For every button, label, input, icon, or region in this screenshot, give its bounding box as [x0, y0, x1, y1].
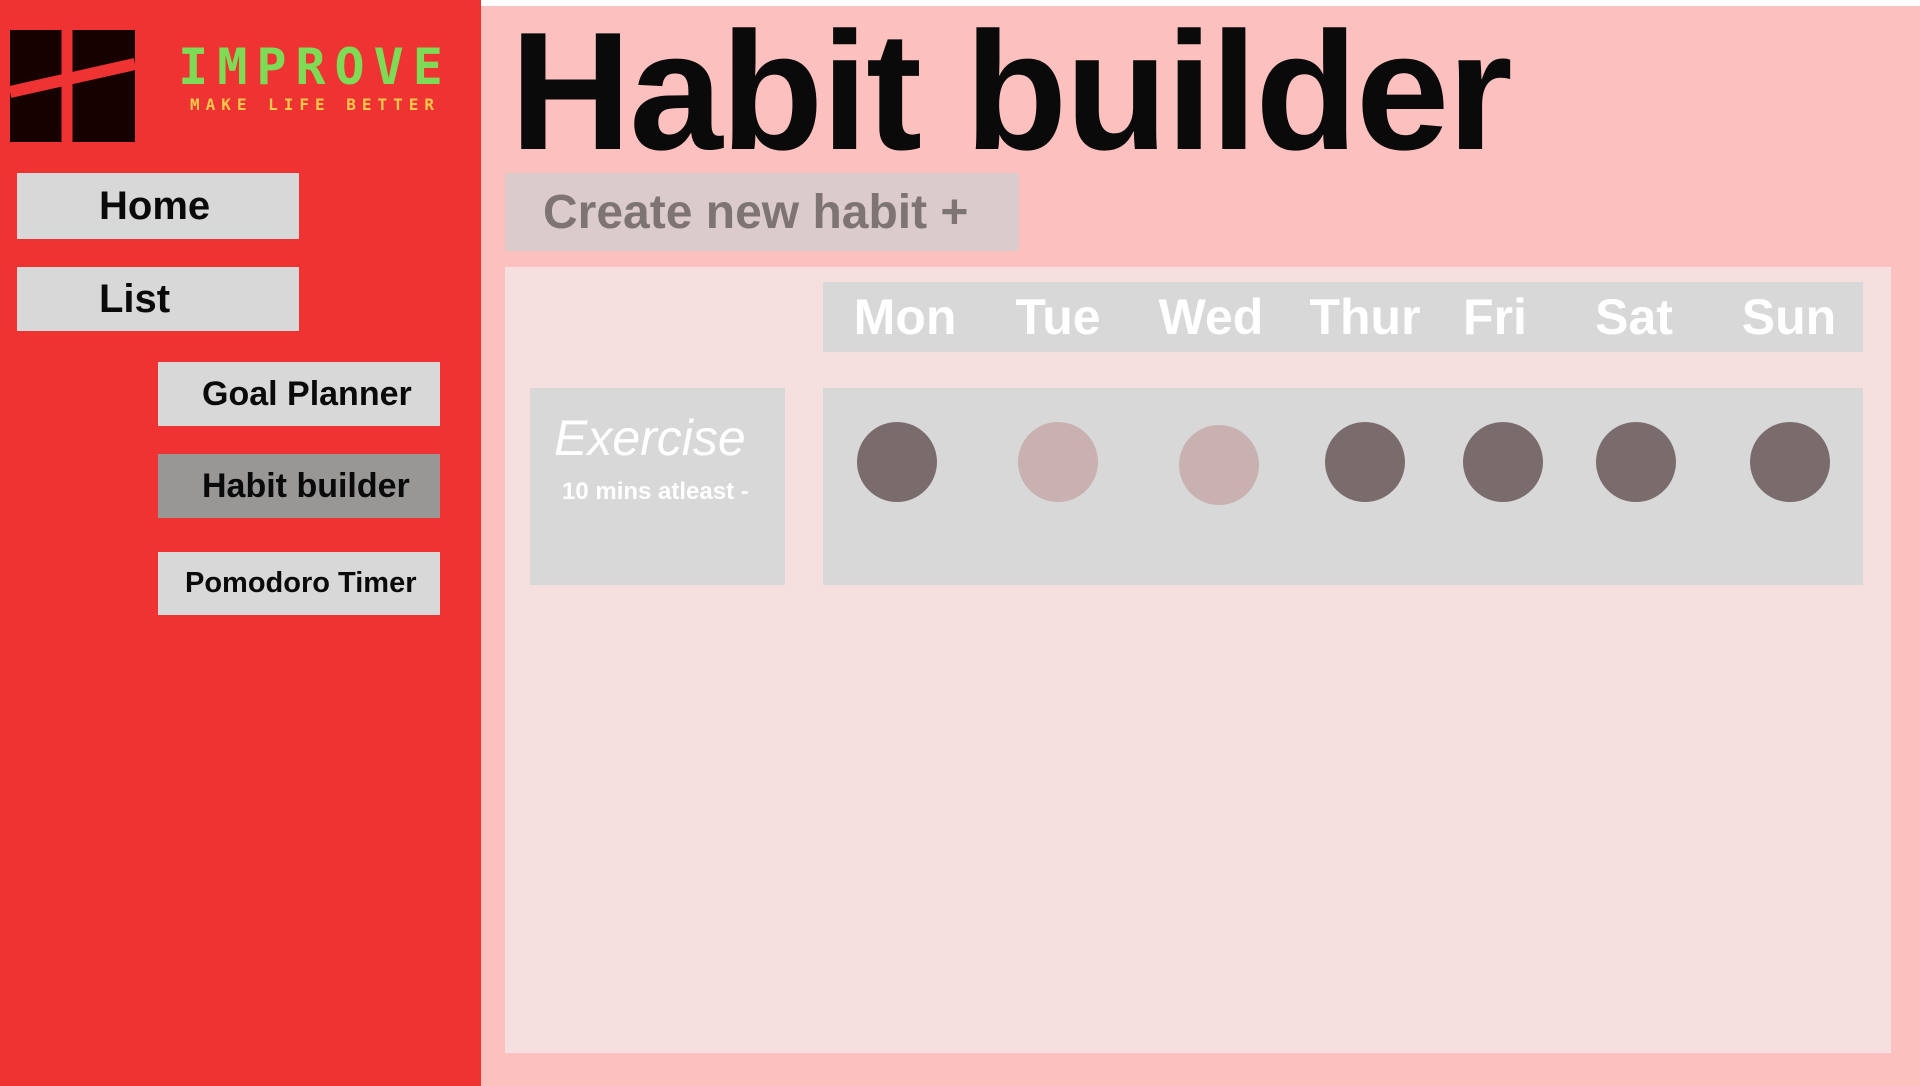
nav-habit-builder-label: Habit builder	[202, 466, 410, 505]
window-grid-icon	[10, 30, 135, 142]
weekday-header: Mon Tue Wed Thur Fri Sat Sun	[823, 282, 1863, 352]
nav-pomodoro-timer-label: Pomodoro Timer	[185, 567, 417, 599]
day-toggle-wed[interactable]	[1179, 425, 1259, 505]
day-toggle-fri[interactable]	[1463, 422, 1543, 502]
nav-pomodoro-timer-button[interactable]: Pomodoro Timer	[158, 552, 440, 615]
nav-goal-planner-label: Goal Planner	[202, 374, 412, 413]
sidebar: IMPROVE MAKE LIFE BETTER Home List Goal …	[0, 0, 481, 1086]
nav-home-label: Home	[99, 183, 211, 228]
day-label-sat: Sat	[1595, 289, 1673, 345]
page-title: Habit builder	[510, 0, 1513, 185]
create-habit-button[interactable]: Create new habit +	[505, 173, 1019, 251]
habit-card[interactable]: Exercise 10 mins atleast -	[530, 388, 785, 585]
nav-home-button[interactable]: Home	[17, 173, 299, 239]
habit-tracker-panel	[505, 267, 1891, 1053]
day-label-thur: Thur	[1309, 289, 1421, 345]
day-toggle-thur[interactable]	[1325, 422, 1405, 502]
nav-list-button[interactable]: List	[17, 267, 299, 331]
app-logo: IMPROVE MAKE LIFE BETTER	[165, 42, 465, 114]
nav-habit-builder-button[interactable]: Habit builder	[158, 454, 440, 518]
day-label-sun: Sun	[1741, 289, 1837, 345]
logo-name: IMPROVE	[178, 38, 452, 96]
habit-name: Exercise	[554, 410, 746, 466]
day-label-mon: Mon	[853, 289, 957, 345]
day-toggle-sun[interactable]	[1750, 422, 1830, 502]
day-label-fri: Fri	[1463, 289, 1527, 345]
logo-tagline: MAKE LIFE BETTER	[189, 95, 441, 114]
nav-list-label: List	[99, 276, 171, 321]
nav-goal-planner-button[interactable]: Goal Planner	[158, 362, 440, 426]
day-toggle-mon[interactable]	[857, 422, 937, 502]
habit-week-row	[823, 388, 1863, 585]
day-toggle-sat[interactable]	[1596, 422, 1676, 502]
day-label-tue: Tue	[1015, 289, 1101, 345]
day-toggle-tue[interactable]	[1018, 422, 1098, 502]
habit-detail: 10 mins atleast -	[562, 478, 749, 505]
day-label-wed: Wed	[1158, 289, 1264, 345]
